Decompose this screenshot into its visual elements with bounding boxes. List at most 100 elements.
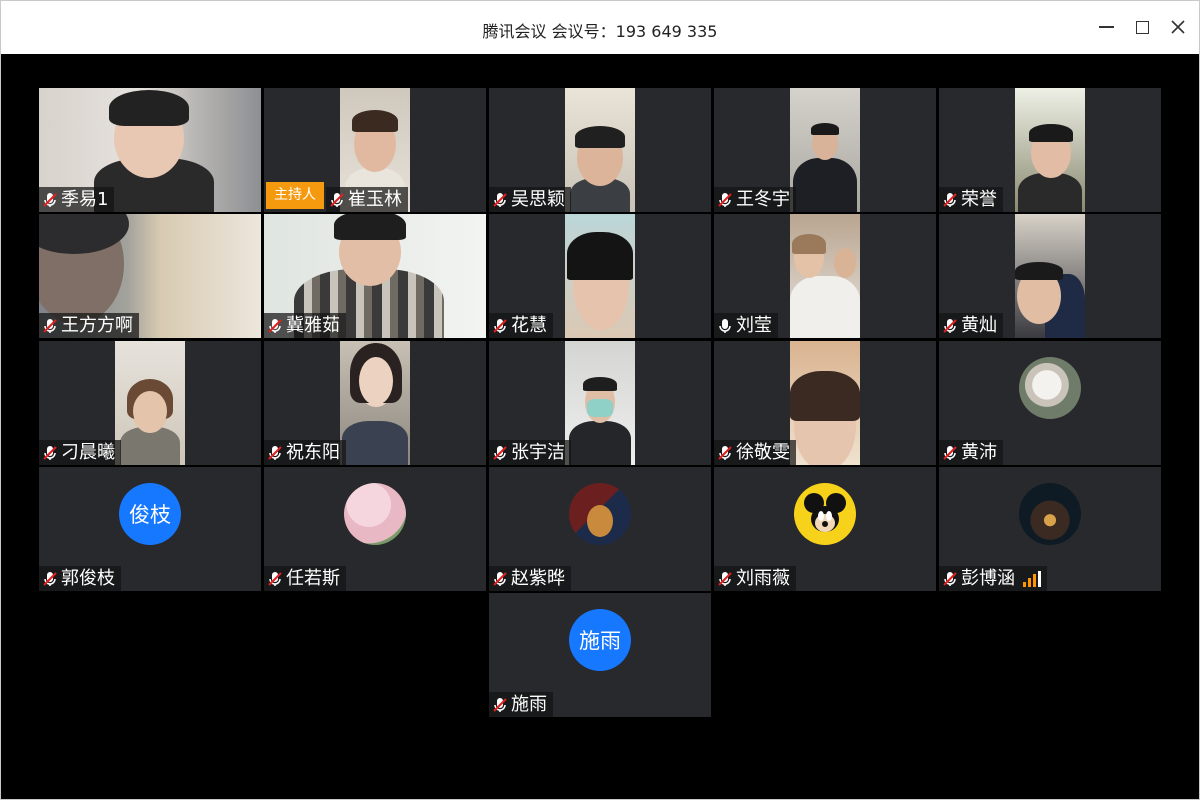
participant-name: 张宇洁 — [511, 442, 565, 463]
window-title: 腾讯会议 会议号：193 649 335 — [482, 22, 718, 41]
participant-video — [790, 214, 860, 338]
minimize-icon[interactable] — [1094, 15, 1118, 39]
participant-tile[interactable]: 荣誉 — [939, 88, 1161, 212]
participant-name: 荣誉 — [961, 189, 997, 210]
participant-name-tag: 刁晨曦 — [39, 440, 121, 465]
mic-muted-icon — [943, 318, 957, 333]
participant-name-tag: 赵紫晔 — [489, 566, 571, 591]
meeting-window: 腾讯会议 会议号：193 649 335 季易1 主持人 崔玉林 吴思颖 王冬宇… — [0, 0, 1200, 800]
mic-muted-icon — [493, 571, 507, 586]
participant-name: 吴思颖 — [511, 189, 565, 210]
participant-avatar: 俊枝 — [119, 483, 181, 545]
mic-muted-icon — [718, 192, 732, 207]
participant-name-tag: 张宇洁 — [489, 440, 571, 465]
participant-tile[interactable]: 冀雅茹 — [264, 214, 486, 338]
participant-tile[interactable]: 施雨 施雨 — [489, 593, 711, 717]
mic-muted-icon — [43, 445, 57, 460]
participant-tile[interactable]: 吴思颖 — [489, 88, 711, 212]
participant-tile[interactable]: 季易1 — [39, 88, 261, 212]
participant-video — [790, 88, 860, 212]
mic-muted-icon — [493, 192, 507, 207]
cartoon-mouse-avatar-icon — [569, 483, 631, 545]
mic-muted-icon — [718, 571, 732, 586]
mickey-mouse-avatar-icon — [794, 483, 856, 545]
participant-video — [1015, 88, 1085, 212]
participant-tile[interactable]: 祝东阳 — [264, 341, 486, 465]
participant-name-tag: 季易1 — [39, 187, 115, 212]
participant-tile[interactable]: 俊枝 郭俊枝 — [39, 467, 261, 591]
participant-video — [1015, 214, 1085, 338]
participant-video — [790, 341, 860, 465]
participant-name-tag: 祝东阳 — [264, 440, 346, 465]
participant-tile[interactable]: 王冬宇 — [714, 88, 936, 212]
host-badge: 主持人 — [266, 182, 324, 209]
participant-tile[interactable]: 彭博涵 — [939, 467, 1161, 591]
participant-name-tag: 王冬宇 — [714, 187, 796, 212]
participant-video — [115, 341, 185, 465]
participant-name-tag: 任若斯 — [264, 566, 346, 591]
cat-avatar-icon — [1019, 357, 1081, 419]
participant-name: 赵紫晔 — [511, 568, 565, 589]
mic-muted-icon — [268, 318, 282, 333]
participant-name-tag: 郭俊枝 — [39, 566, 121, 591]
participant-name: 王方方啊 — [61, 315, 133, 336]
participant-tile[interactable]: 黄灿 — [939, 214, 1161, 338]
mic-muted-icon — [493, 445, 507, 460]
maximize-icon[interactable] — [1130, 15, 1154, 39]
mic-on-icon — [719, 318, 731, 333]
participant-tile[interactable]: 徐敬雯 — [714, 341, 936, 465]
mic-muted-icon — [943, 445, 957, 460]
mic-muted-icon — [493, 318, 507, 333]
mic-muted-icon — [330, 192, 344, 207]
participant-name-tag: 刘雨薇 — [714, 566, 796, 591]
participant-name: 刁晨曦 — [61, 442, 115, 463]
participant-name-tag: 刘莹 — [714, 313, 778, 338]
participant-tile[interactable]: 黄沛 — [939, 341, 1161, 465]
participant-tile[interactable]: 主持人 崔玉林 — [264, 88, 486, 212]
participant-name: 冀雅茹 — [286, 315, 340, 336]
participant-name: 崔玉林 — [348, 189, 402, 210]
participant-avatar: 施雨 — [569, 609, 631, 671]
participant-tile[interactable]: 刁晨曦 — [39, 341, 261, 465]
mic-muted-icon — [718, 445, 732, 460]
participant-name-tag: 冀雅茹 — [264, 313, 346, 338]
participant-tile[interactable]: 刘莹 — [714, 214, 936, 338]
mic-muted-icon — [943, 192, 957, 207]
participant-name-tag: 黄灿 — [939, 313, 1003, 338]
video-grid: 季易1 主持人 崔玉林 吴思颖 王冬宇 荣誉 王方方啊 冀雅茹 花慧 刘莹 黄灿… — [4, 54, 1198, 798]
participant-name-tag: 徐敬雯 — [714, 440, 796, 465]
participant-video — [565, 341, 635, 465]
participant-name-tag: 彭博涵 — [939, 566, 1047, 591]
cherry-blossom-avatar-icon — [344, 483, 406, 545]
participant-name: 刘莹 — [736, 315, 772, 336]
mic-muted-icon — [43, 192, 57, 207]
participant-name-tag: 黄沛 — [939, 440, 1003, 465]
title-bar[interactable]: 腾讯会议 会议号：193 649 335 — [1, 1, 1199, 54]
participant-name: 花慧 — [511, 315, 547, 336]
participant-tile[interactable]: 王方方啊 — [39, 214, 261, 338]
participant-name-tag: 吴思颖 — [489, 187, 571, 212]
mic-muted-icon — [43, 318, 57, 333]
participant-name: 季易1 — [61, 189, 109, 210]
participant-name-tag: 花慧 — [489, 313, 553, 338]
participant-name: 祝东阳 — [286, 442, 340, 463]
participant-name: 郭俊枝 — [61, 568, 115, 589]
mic-muted-icon — [493, 697, 507, 712]
participant-tile[interactable]: 刘雨薇 — [714, 467, 936, 591]
mic-muted-icon — [43, 571, 57, 586]
participant-tile[interactable]: 赵紫晔 — [489, 467, 711, 591]
participant-name: 施雨 — [511, 694, 547, 715]
mic-muted-icon — [268, 445, 282, 460]
participant-video — [565, 214, 635, 338]
close-icon[interactable] — [1166, 15, 1190, 39]
participant-name: 彭博涵 — [961, 568, 1015, 589]
participant-tile[interactable]: 任若斯 — [264, 467, 486, 591]
participant-tile[interactable]: 张宇洁 — [489, 341, 711, 465]
participant-name-tag: 崔玉林 — [326, 187, 408, 212]
participant-video — [565, 88, 635, 212]
city-night-avatar-icon — [1019, 483, 1081, 545]
participant-tile[interactable]: 花慧 — [489, 214, 711, 338]
participant-name-tag: 施雨 — [489, 692, 553, 717]
participant-name: 刘雨薇 — [736, 568, 790, 589]
mic-muted-icon — [268, 571, 282, 586]
